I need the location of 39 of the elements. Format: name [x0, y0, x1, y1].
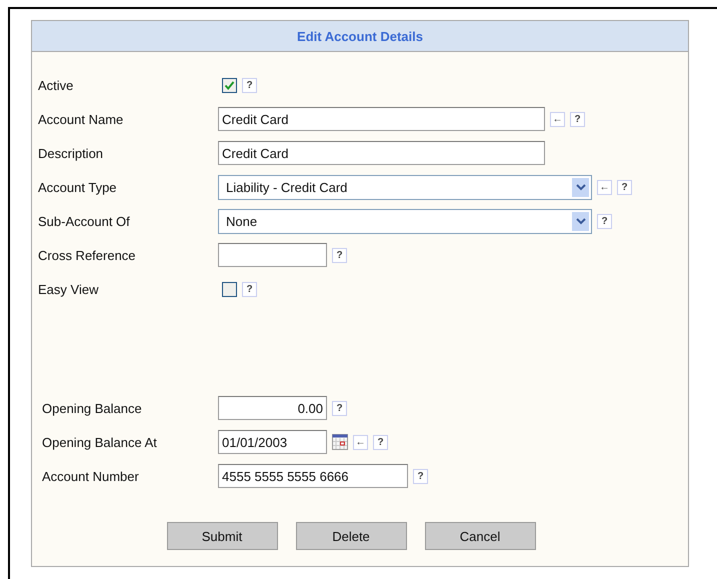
form-button[interactable]: Submit — [166, 522, 278, 550]
field-label: Account Number — [42, 468, 140, 484]
help-button[interactable]: ? — [570, 112, 585, 126]
field-label: Description — [38, 146, 104, 160]
field-label: Sub-Account Of — [38, 214, 131, 228]
help-button[interactable]: ? — [242, 282, 257, 296]
chevron-down-icon — [572, 178, 589, 196]
panel-title: Edit Account Details — [32, 21, 688, 52]
help-button[interactable]: ? — [617, 180, 632, 194]
input-field[interactable]: 0.00 — [218, 396, 327, 420]
input-field[interactable]: Credit Card — [218, 141, 545, 165]
back-arrow-button[interactable]: ← — [353, 434, 368, 450]
back-arrow-button[interactable]: ← — [597, 180, 612, 194]
chevron-down-icon — [572, 212, 589, 230]
field-label: Cross Reference — [38, 248, 137, 262]
input-field[interactable]: 01/01/2003 — [218, 430, 327, 454]
checkbox[interactable] — [222, 78, 237, 92]
form-button[interactable]: Delete — [296, 522, 406, 550]
help-button[interactable]: ? — [332, 400, 347, 416]
input-field[interactable]: Credit Card — [218, 107, 545, 131]
form-button[interactable]: Cancel — [424, 522, 536, 550]
field-label: Account Name — [38, 112, 124, 126]
dropdown[interactable]: None — [218, 208, 592, 234]
back-arrow-button[interactable]: ← — [550, 112, 565, 126]
help-button[interactable]: ? — [242, 78, 257, 92]
field-label: Easy View — [38, 282, 100, 296]
calendar-icon[interactable] — [332, 434, 348, 450]
help-button[interactable]: ? — [597, 214, 612, 228]
field-label: Active — [38, 78, 74, 92]
input-field[interactable]: 4555 5555 5555 6666 — [218, 464, 408, 488]
dropdown[interactable]: Liability - Credit Card — [218, 174, 592, 200]
input-field[interactable] — [218, 243, 327, 267]
help-button[interactable]: ? — [413, 468, 428, 484]
help-button[interactable]: ? — [332, 248, 347, 262]
field-label: Opening Balance At — [42, 434, 158, 450]
checkbox[interactable] — [222, 282, 237, 296]
field-label: Account Type — [38, 180, 118, 194]
field-label: Opening Balance — [42, 400, 143, 416]
help-button[interactable]: ? — [373, 434, 388, 450]
